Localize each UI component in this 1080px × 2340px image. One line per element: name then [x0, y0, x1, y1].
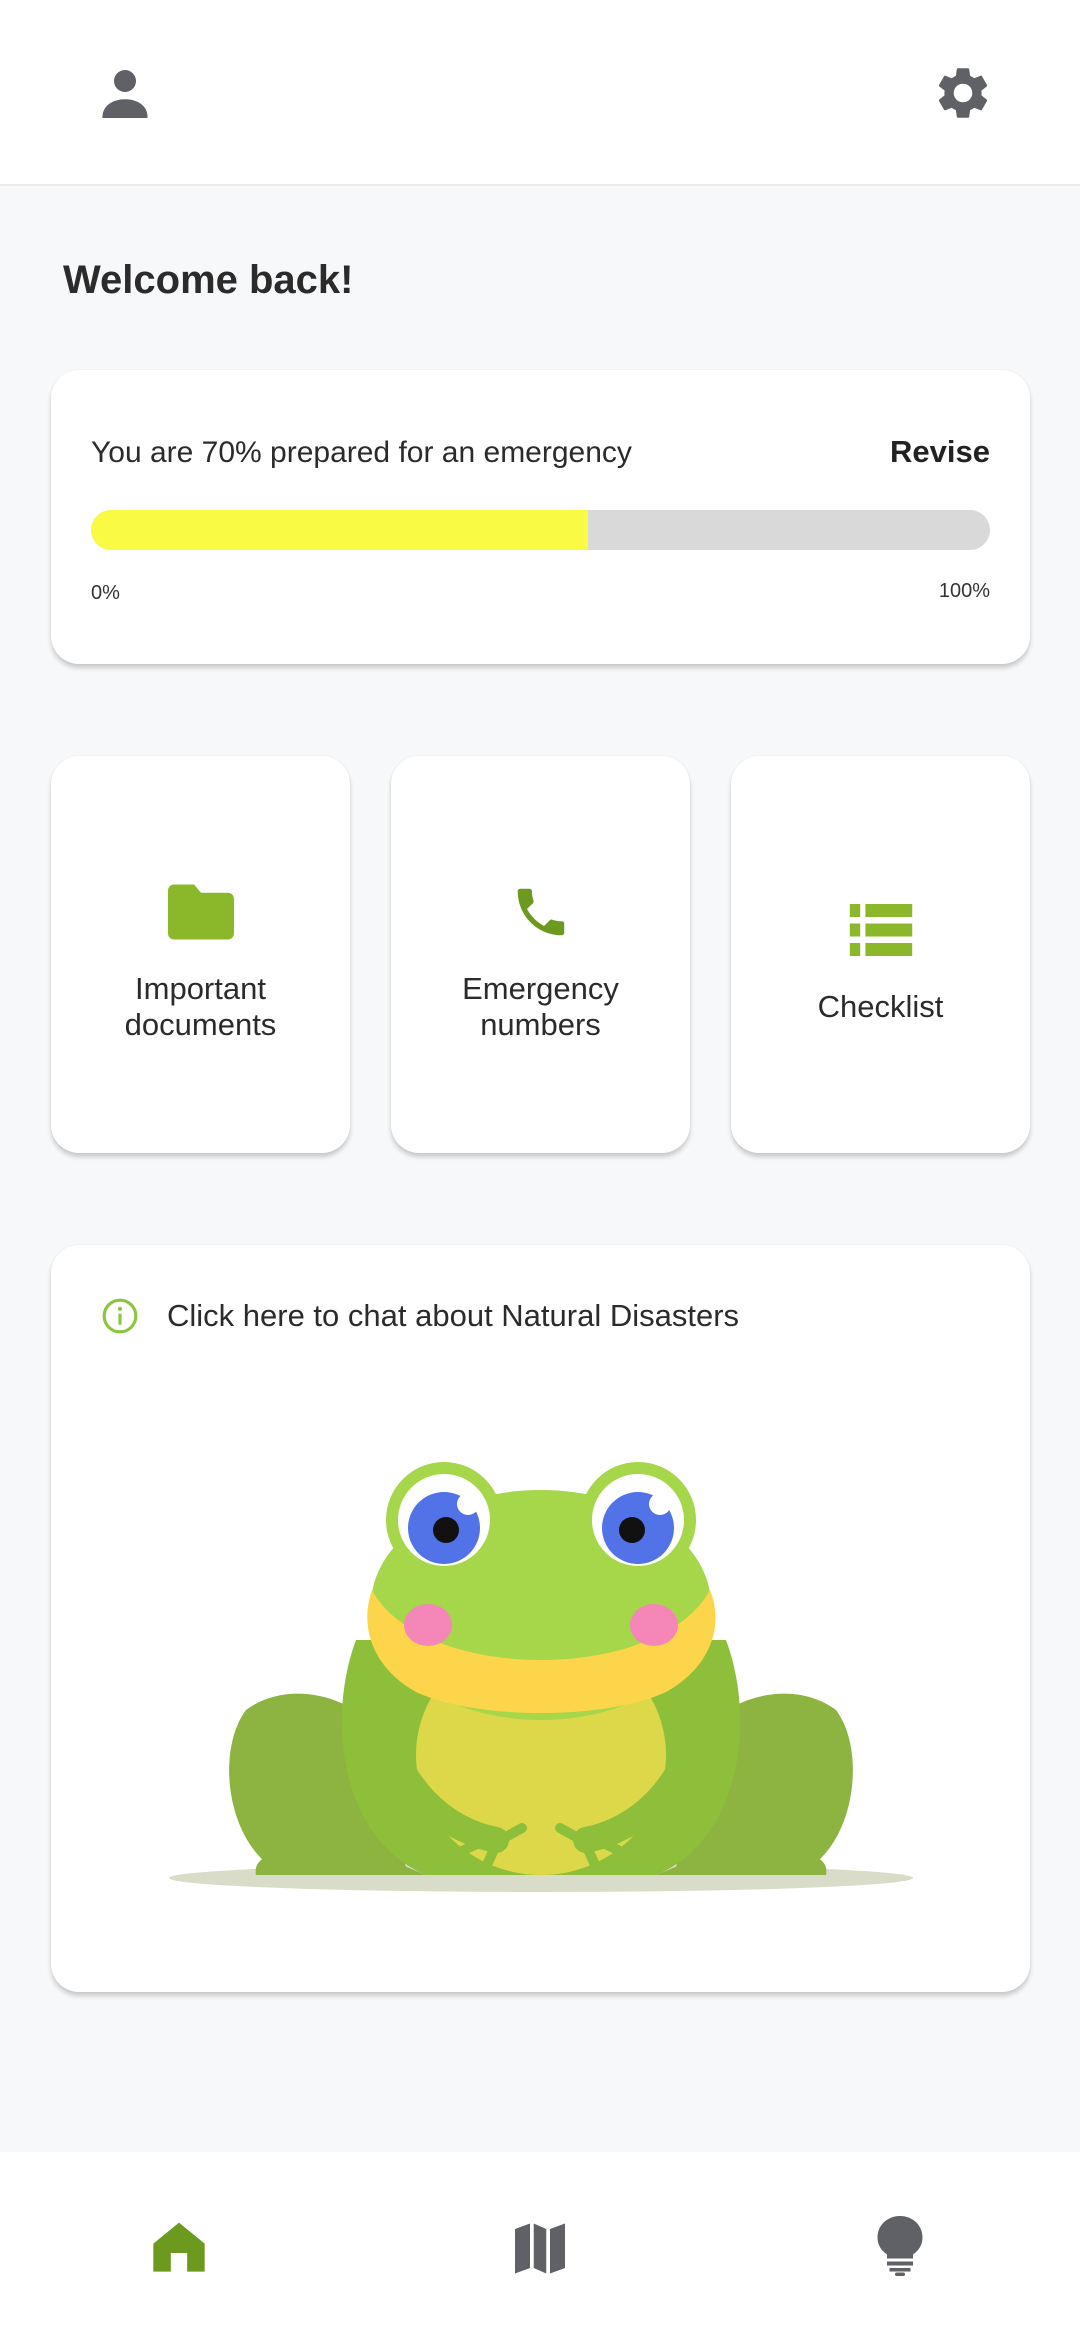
frog-illustration: [169, 1462, 913, 1892]
progress-min-label: 0%: [91, 582, 120, 604]
phone-icon: [517, 888, 564, 935]
welcome-title: Welcome back!: [63, 258, 354, 302]
preparedness-card: You are 70% prepared for an emergency Re…: [51, 370, 1030, 664]
chat-header: Click here to chat about Natural Disaste…: [101, 1297, 739, 1335]
nav-map[interactable]: [490, 2196, 590, 2296]
nav-home[interactable]: [129, 2196, 229, 2296]
lightbulb-icon: [877, 2216, 923, 2276]
person-icon: [102, 70, 148, 118]
bottom-navigation: [0, 2152, 1080, 2340]
tile-label: Emergency numbers: [462, 970, 619, 1042]
checklist-tile[interactable]: Checklist: [731, 756, 1030, 1153]
settings-button[interactable]: [918, 48, 1008, 138]
nav-tips[interactable]: [850, 2196, 950, 2296]
top-app-bar: [0, 0, 1080, 186]
chat-prompt-text: Click here to chat about Natural Disaste…: [167, 1298, 740, 1333]
gear-icon: [938, 68, 988, 118]
progress-max-label: 100%: [938, 580, 990, 602]
important-documents-tile[interactable]: Important documents: [51, 756, 350, 1153]
folder-icon: [167, 884, 234, 939]
tile-label: Checklist: [817, 988, 944, 1024]
revise-button[interactable]: Revise: [890, 434, 990, 470]
tile-label: Important documents: [124, 970, 277, 1042]
natural-disasters-chat-card[interactable]: Click here to chat about Natural Disaste…: [51, 1245, 1030, 1992]
map-icon: [515, 2223, 565, 2274]
emergency-numbers-tile[interactable]: Emergency numbers: [391, 756, 690, 1153]
preparedness-progress-bar: [91, 510, 990, 550]
progress-fill: [91, 510, 589, 550]
info-icon: [102, 1298, 138, 1334]
home-icon: [153, 2222, 205, 2272]
profile-button[interactable]: [80, 48, 170, 138]
preparedness-text: You are 70% prepared for an emergency: [91, 436, 632, 469]
list-icon: [849, 903, 912, 956]
